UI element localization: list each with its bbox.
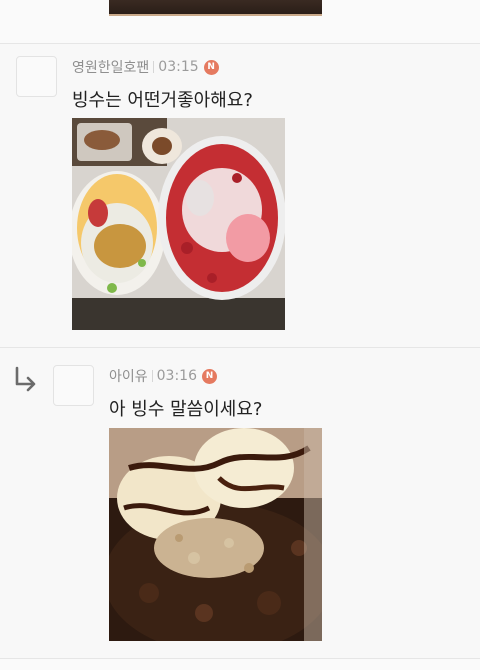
comment-time: 03:16 bbox=[156, 368, 197, 384]
comment-meta: 아이유 03:16 N bbox=[109, 367, 217, 385]
comment-time: 03:15 bbox=[158, 59, 199, 75]
avatar[interactable] bbox=[53, 365, 94, 406]
comment-text: 빙수는 어떤거좋아해요? bbox=[72, 90, 253, 111]
bingsu-photo-image bbox=[72, 118, 285, 330]
icecream-photo-image bbox=[109, 428, 322, 641]
meta-separator bbox=[151, 370, 153, 382]
comment-item: 영원한일호팬 03:15 N 빙수는 어떤거좋아해요? bbox=[0, 44, 480, 347]
comment-reply-item: 아이유 03:16 N 아 빙수 말씀이세요? bbox=[0, 348, 480, 658]
meta-separator bbox=[153, 61, 155, 73]
comment-meta: 영원한일호팬 03:15 N bbox=[72, 58, 219, 76]
comment-photo[interactable] bbox=[109, 428, 322, 641]
comment-photo[interactable] bbox=[72, 118, 285, 330]
comment-text: 아 빙수 말씀이세요? bbox=[109, 399, 263, 420]
previous-comment-photo[interactable] bbox=[109, 0, 322, 16]
new-badge-icon: N bbox=[203, 59, 219, 75]
comment-author[interactable]: 영원한일호팬 bbox=[72, 57, 149, 77]
avatar[interactable] bbox=[16, 56, 57, 97]
reply-arrow-icon bbox=[15, 366, 36, 392]
comment-author[interactable]: 아이유 bbox=[109, 366, 148, 386]
new-badge-icon: N bbox=[202, 368, 217, 384]
divider bbox=[0, 658, 480, 659]
